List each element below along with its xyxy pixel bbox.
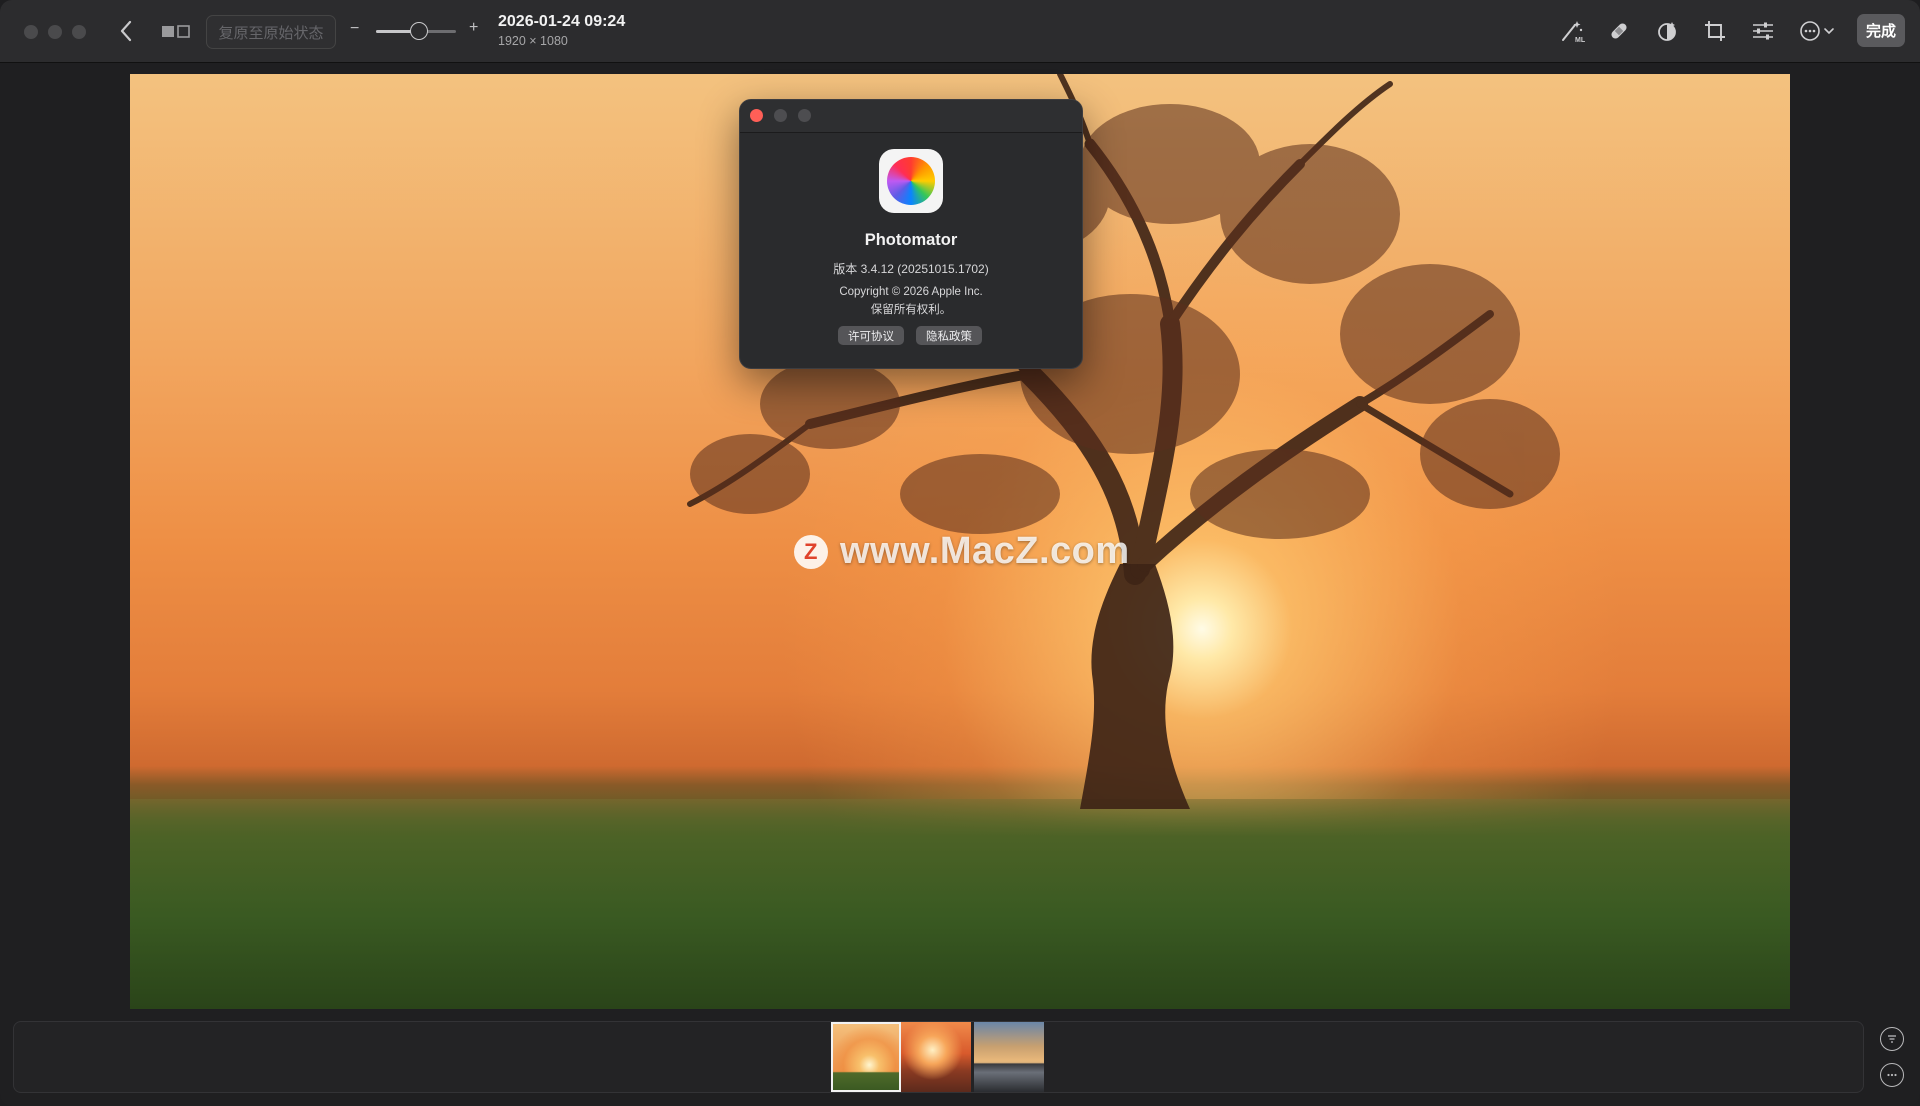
chevron-left-icon [120, 20, 132, 42]
compare-view-button[interactable] [158, 18, 194, 44]
filter-icon [1888, 1035, 1896, 1043]
zoom-out-button[interactable]: − [350, 20, 359, 38]
zoom-slider-fill [376, 30, 412, 33]
filmstrip-more-button[interactable] [1880, 1063, 1904, 1087]
crop-button[interactable] [1700, 17, 1730, 45]
adjust-sliders-icon [1753, 22, 1773, 40]
filter-button[interactable] [1880, 1027, 1904, 1051]
about-minimize-button [774, 109, 787, 122]
app-name: Photomator [864, 231, 958, 249]
about-close-button[interactable] [750, 109, 763, 122]
watermark-z-icon: Z [794, 534, 828, 569]
ellipsis-icon [1887, 1073, 1897, 1077]
adjust-button[interactable] [1748, 17, 1778, 45]
select-mask-button[interactable] [1652, 17, 1682, 45]
toolbar: 复原至原始状态 − + 2026-01-24 09:24 1920 × 1080… [0, 0, 1920, 63]
retouch-bandage-icon [1611, 23, 1627, 39]
retouch-button[interactable] [1604, 17, 1634, 45]
watermark-text: www.MacZ.com [840, 530, 1130, 572]
photomator-window: 复原至原始状态 − + 2026-01-24 09:24 1920 × 1080… [0, 0, 1920, 1106]
back-button[interactable] [114, 17, 138, 45]
thumbnail-selected[interactable] [831, 1022, 901, 1092]
privacy-policy-button[interactable]: 隐私政策 [916, 326, 982, 345]
done-button[interactable]: 完成 [1857, 14, 1905, 47]
about-titlebar [740, 100, 1082, 133]
window-close-button[interactable] [24, 25, 38, 39]
app-version: 版本 3.4.12 (20251015.1702) [833, 262, 989, 276]
ml-enhance-button[interactable]: ML [1558, 17, 1588, 45]
more-menu-button[interactable] [1796, 17, 1840, 45]
window-zoom-button[interactable] [72, 25, 86, 39]
split-compare-icon [162, 25, 190, 38]
zoom-in-button[interactable]: + [469, 19, 478, 37]
crop-icon [1705, 21, 1725, 41]
svg-text:ML: ML [1575, 37, 1586, 43]
filmstrip [13, 1021, 1864, 1093]
more-menu-icon [1800, 21, 1834, 41]
license-agreement-button[interactable]: 许可协议 [838, 326, 904, 345]
select-mask-icon [1658, 22, 1676, 41]
zoom-slider-knob[interactable] [410, 22, 428, 40]
window-minimize-button[interactable] [48, 25, 62, 39]
thumbnail[interactable] [901, 1022, 971, 1092]
photo-title: 2026-01-24 09:24 [498, 13, 626, 30]
photo-dimensions: 1920 × 1080 [498, 34, 568, 48]
app-copyright: Copyright © 2026 Apple Inc. [839, 286, 983, 298]
watermark: Z www.MacZ.com [794, 530, 1130, 573]
color-wheel-icon [887, 157, 935, 205]
app-rights: 保留所有权利。 [870, 304, 952, 316]
about-dialog: Photomator 版本 3.4.12 (20251015.1702) Cop… [739, 99, 1083, 369]
revert-to-original-button[interactable]: 复原至原始状态 [206, 15, 336, 49]
ml-enhance-icon: ML [1562, 21, 1586, 43]
thumbnail[interactable] [974, 1022, 1044, 1092]
photomator-app-icon [879, 149, 943, 213]
about-zoom-button [798, 109, 811, 122]
